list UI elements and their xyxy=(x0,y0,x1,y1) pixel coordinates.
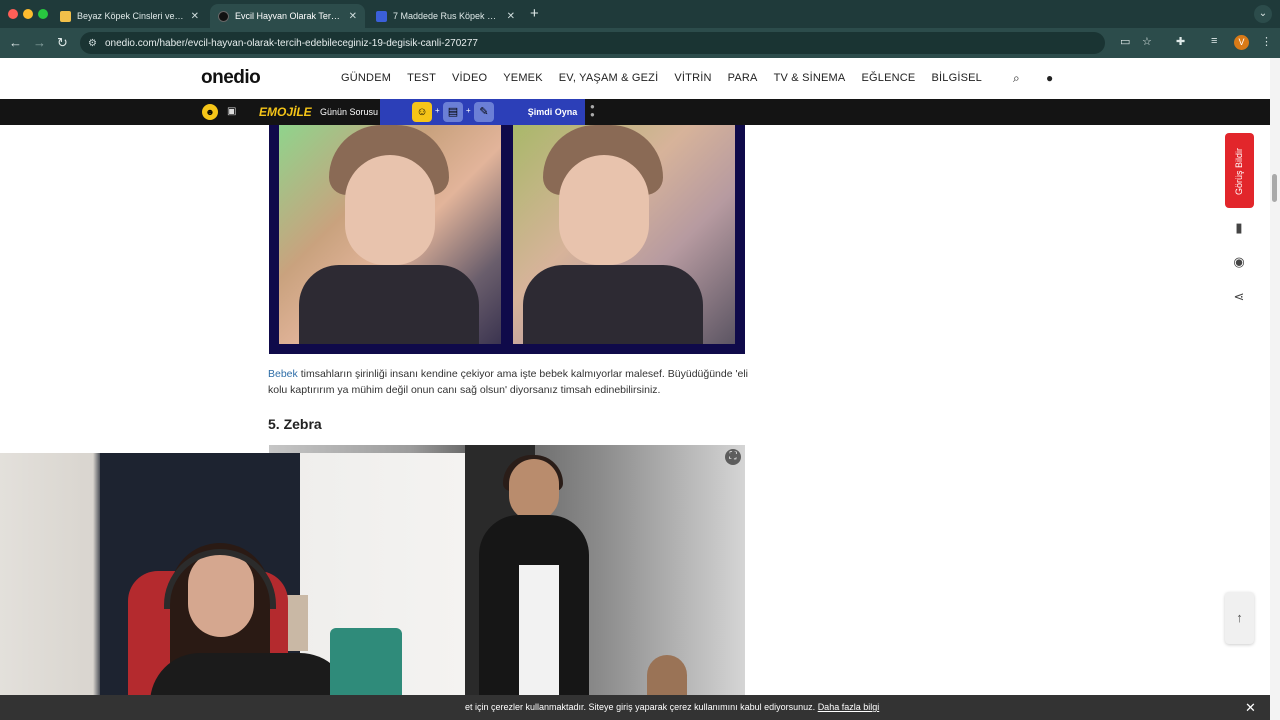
search-icon[interactable]: ⌕ xyxy=(1013,71,1020,86)
emoji-hint-icon: ▤ xyxy=(443,102,463,122)
photo-left xyxy=(279,125,501,344)
media-controls-icon[interactable]: ≡ xyxy=(1211,35,1217,47)
page-scrollbar[interactable] xyxy=(1270,58,1280,720)
emojile-logo[interactable]: EMOJİLE xyxy=(259,105,312,119)
daily-question-label: Günün Sorusu xyxy=(320,107,379,117)
play-now-button[interactable]: Şimdi Oyna xyxy=(520,99,585,125)
site-info-icon[interactable]: ⚙ xyxy=(88,38,97,49)
share-icon[interactable]: ⋖ xyxy=(1230,288,1248,306)
fullscreen-icon[interactable]: ⛶ xyxy=(725,449,741,465)
tab-favicon xyxy=(60,10,71,22)
tab-title: Beyaz Köpek Cinsleri ve Özelli xyxy=(77,11,185,21)
section-heading: 5. Zebra xyxy=(268,416,322,432)
emoji-quiz-panel[interactable]: ☺ + ▤ + ✎ xyxy=(380,99,520,125)
photo-face xyxy=(509,459,559,521)
scrollbar-thumb[interactable] xyxy=(1272,174,1277,202)
browser-tab[interactable]: 7 Maddede Rus Köpek Cinsle ✕ xyxy=(368,4,523,28)
photo-body xyxy=(299,265,479,344)
nav-item-ev-yasam-gezi[interactable]: EV, YAŞAM & GEZİ xyxy=(559,72,659,84)
minimize-window-button[interactable] xyxy=(23,9,33,19)
tab-title: 7 Maddede Rus Köpek Cinsle xyxy=(393,11,501,21)
bebek-link[interactable]: Bebek xyxy=(268,368,298,380)
install-app-icon[interactable]: ▭ xyxy=(1120,35,1130,48)
url-text: onedio.com/haber/evcil-hayvan-olarak-ter… xyxy=(104,37,478,49)
tab-title: Evcil Hayvan Olarak Tercih Ed xyxy=(235,11,343,21)
nav-item-video[interactable]: VİDEO xyxy=(452,72,487,84)
bookmark-icon[interactable]: ▮ xyxy=(1230,219,1248,237)
nav-item-bilgisel[interactable]: BİLGİSEL xyxy=(931,72,982,84)
back-arrow-icon[interactable]: ← xyxy=(9,35,22,51)
feedback-button[interactable]: Görüş Bildir xyxy=(1225,133,1254,208)
emoji-icon[interactable]: ☻ xyxy=(202,104,218,120)
photo-face xyxy=(559,155,649,265)
browser-tab[interactable]: Beyaz Köpek Cinsleri ve Özelli ✕ xyxy=(52,4,207,28)
browser-menu-icon[interactable]: ⋮ xyxy=(1261,35,1272,48)
browser-tab-bar: Beyaz Köpek Cinsleri ve Özelli ✕ Evcil H… xyxy=(0,0,1280,28)
feedback-label: Görüş Bildir xyxy=(1234,147,1244,195)
comments-icon[interactable]: ◉ xyxy=(1230,253,1248,271)
browser-tab-active[interactable]: Evcil Hayvan Olarak Tercih Ed ✕ xyxy=(210,4,365,28)
bookmark-star-icon[interactable]: ☆ xyxy=(1142,35,1152,48)
cookie-message: et için çerezler kullanmaktadır. Siteye … xyxy=(465,702,816,712)
webcam-overlay xyxy=(0,453,465,720)
cookie-consent-bar: et için çerezler kullanmaktadır. Siteye … xyxy=(0,695,1270,720)
profile-avatar[interactable]: V xyxy=(1234,35,1249,50)
forward-arrow-icon[interactable]: → xyxy=(33,35,46,51)
close-tab-icon[interactable]: ✕ xyxy=(191,11,199,22)
new-tab-button[interactable]: + xyxy=(530,5,539,22)
site-logo[interactable]: onedio xyxy=(201,67,261,89)
paragraph-body: timsahların şirinliği insanı kendine çek… xyxy=(268,368,749,396)
emoji-hint-icon: ☺ xyxy=(412,102,432,122)
more-dots-icon[interactable]: ● ● xyxy=(590,103,595,119)
nav-item-vitrin[interactable]: VİTRİN xyxy=(674,72,711,84)
nav-item-gundem[interactable]: GÜNDEM xyxy=(341,72,391,84)
tab-search-chevron-icon[interactable]: ⌄ xyxy=(1254,5,1272,23)
nav-item-para[interactable]: PARA xyxy=(728,72,758,84)
photo-body xyxy=(523,265,703,344)
tab-favicon xyxy=(376,10,387,22)
close-tab-icon[interactable]: ✕ xyxy=(349,11,357,22)
nav-item-yemek[interactable]: YEMEK xyxy=(503,72,543,84)
nav-item-test[interactable]: TEST xyxy=(407,72,436,84)
article-image-baby-crocodile xyxy=(269,125,745,354)
cookie-more-link[interactable]: Daha fazla bilgi xyxy=(818,702,880,712)
close-tab-icon[interactable]: ✕ xyxy=(507,11,515,22)
plus-icon: + xyxy=(435,106,440,115)
browser-toolbar: ← → ↻ ⚙ onedio.com/haber/evcil-hayvan-ol… xyxy=(0,28,1280,58)
cookie-text: et için çerezler kullanmaktadır. Siteye … xyxy=(465,702,879,712)
close-icon[interactable]: ✕ xyxy=(1245,700,1256,716)
game-promo-bar: ☻ ▣ EMOJİLE Günün Sorusu ☺ + ▤ + ✎ Şimdi… xyxy=(0,99,1270,125)
extensions-puzzle-icon[interactable]: ✚ xyxy=(1176,35,1185,48)
scroll-to-top-button[interactable]: ↑ xyxy=(1225,592,1254,644)
photo-right xyxy=(513,125,735,344)
tab-favicon xyxy=(218,10,229,22)
main-navigation: GÜNDEM TEST VİDEO YEMEK EV, YAŞAM & GEZİ… xyxy=(341,72,982,84)
address-bar[interactable]: ⚙ onedio.com/haber/evcil-hayvan-olarak-t… xyxy=(80,32,1105,54)
photo-face xyxy=(345,155,435,265)
site-header: onedio GÜNDEM TEST VİDEO YEMEK EV, YAŞAM… xyxy=(0,58,1270,99)
article-paragraph: Bebek timsahların şirinliği insanı kendi… xyxy=(268,366,748,398)
nav-item-tv-sinema[interactable]: TV & SİNEMA xyxy=(774,72,846,84)
gamepad-icon[interactable]: ▣ xyxy=(227,106,236,117)
plus-icon: + xyxy=(466,106,471,115)
maximize-window-button[interactable] xyxy=(38,9,48,19)
nav-item-eglence[interactable]: EĞLENCE xyxy=(861,72,915,84)
close-window-button[interactable] xyxy=(8,9,18,19)
reload-icon[interactable]: ↻ xyxy=(57,35,68,51)
user-icon[interactable]: ● xyxy=(1046,71,1053,85)
emoji-hint-icon: ✎ xyxy=(474,102,494,122)
